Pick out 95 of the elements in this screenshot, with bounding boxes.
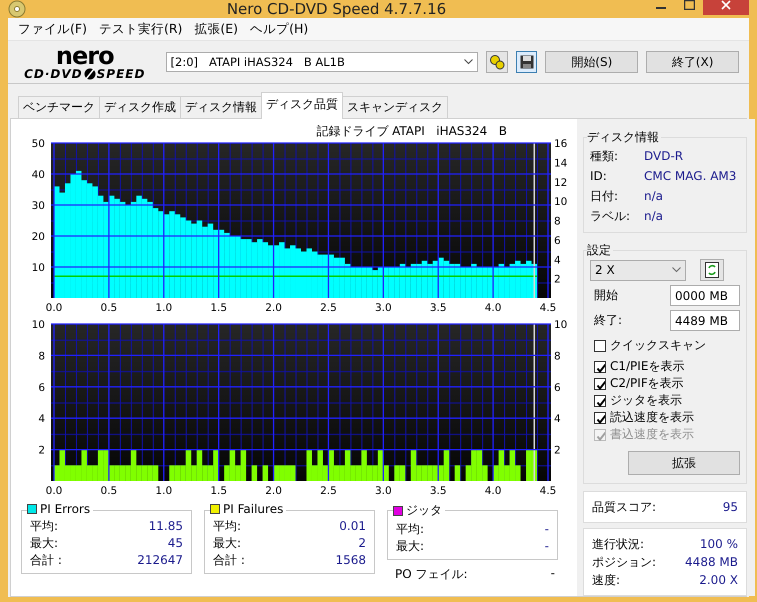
axis-label: 4.0 xyxy=(484,302,502,314)
stat-value: 1568 xyxy=(335,552,366,569)
info-label: 種類: xyxy=(590,148,620,165)
info-label: ラベル: xyxy=(590,208,632,225)
stat-label: 最大: xyxy=(213,535,242,552)
axis-label: 4 xyxy=(554,254,561,266)
checkbox-label: C1/PIEを表示 xyxy=(610,358,684,375)
info-value: CMC MAG. AM3 xyxy=(644,168,736,185)
info-value: DVD-R xyxy=(644,148,684,165)
stat-value: 2.00 X xyxy=(699,572,738,589)
axis-label: 0.0 xyxy=(46,302,62,314)
logo-text: CD·DVD xyxy=(24,68,83,80)
axis-label: 10 xyxy=(554,319,568,331)
stat-value: 100 % xyxy=(700,536,738,553)
chart-title: 記録ドライブ ATAPI iHAS324 B xyxy=(316,124,507,138)
group-title: 設定 xyxy=(587,242,613,259)
axis-label: 1.5 xyxy=(210,302,228,314)
group-title: ジッタ xyxy=(406,502,442,519)
stat-value: - xyxy=(544,538,549,555)
axis-label: 6 xyxy=(38,382,45,394)
axis-label: 50 xyxy=(32,138,45,150)
stat-label: 速度: xyxy=(592,572,620,589)
axis-label: 6 xyxy=(554,234,561,247)
stat-label: 品質スコア: xyxy=(592,499,656,516)
axis-label: 2.0 xyxy=(265,302,282,314)
axis-label: 40 xyxy=(32,169,45,181)
stat-value: 11.85 xyxy=(148,518,183,535)
axis-label: 8 xyxy=(38,350,45,362)
axis-label: 1.5 xyxy=(210,485,228,496)
axis-label: 10 xyxy=(32,262,45,274)
axis-label: 2.5 xyxy=(320,485,337,496)
axis-label: 1.0 xyxy=(155,485,172,496)
stat-value: 45 xyxy=(168,535,183,552)
stat-value: - xyxy=(544,521,549,538)
axis-label: 0.5 xyxy=(100,302,118,314)
axis-label: 3.0 xyxy=(374,302,392,314)
axis-label: 2.0 xyxy=(265,485,282,496)
stat-value: 2 xyxy=(358,535,366,552)
axis-label: 4 xyxy=(554,413,561,426)
checkbox-label: C2/PIFを表示 xyxy=(610,375,684,392)
axis-label: 30 xyxy=(32,200,45,212)
info-label: 日付: xyxy=(590,188,620,205)
stat-value: 212647 xyxy=(137,552,183,569)
axis-label: 2 xyxy=(38,444,45,457)
window-title: Nero CD-DVD Speed 4.7.7.16 xyxy=(226,0,448,18)
axis-label: 2 xyxy=(554,274,561,286)
logo-wordmark: nero xyxy=(56,44,114,68)
axis-label: 3.5 xyxy=(430,485,447,496)
stat-label: 合計 : xyxy=(213,552,245,569)
axis-label: 3.5 xyxy=(430,302,447,314)
group-title: ディスク情報 xyxy=(587,129,661,146)
stat-value: 95 xyxy=(722,499,738,516)
stat-label: 合計 : xyxy=(30,552,62,569)
stat-label: 最大: xyxy=(396,538,424,555)
info-label: ID: xyxy=(590,168,608,185)
group-title: PI Errors xyxy=(40,502,90,516)
stat-label: 平均: xyxy=(30,518,58,535)
stat-label: 最大: xyxy=(30,535,58,552)
field-label: 終了: xyxy=(594,312,622,329)
axis-label: 2.5 xyxy=(320,302,337,314)
info-value: n/a xyxy=(644,208,664,225)
checkbox-label: 読込速度を表示 xyxy=(610,409,694,426)
axis-label: 14 xyxy=(554,157,568,170)
axis-label: 16 xyxy=(554,138,568,150)
checkbox-label: ジッタを表示 xyxy=(610,392,682,409)
stat-value: 0.01 xyxy=(339,518,366,535)
field-label: 開始 xyxy=(594,287,618,304)
axis-label: 4.5 xyxy=(540,485,556,496)
info-value: n/a xyxy=(644,188,664,205)
stat-value: 4488 MB xyxy=(685,554,738,571)
logo-text: SPEED xyxy=(96,68,146,80)
axis-label: 0.0 xyxy=(46,485,62,496)
stat-label: ポジション: xyxy=(592,554,656,571)
axis-label: 20 xyxy=(32,231,45,243)
axis-label: 4.0 xyxy=(484,485,502,496)
axis-label: 12 xyxy=(554,176,568,189)
stat-label: PO フェイル: xyxy=(395,566,468,583)
axis-label: 1.0 xyxy=(155,302,172,314)
axis-label: 0.5 xyxy=(100,485,118,496)
axis-label: 2 xyxy=(554,444,561,457)
axis-label: 4.5 xyxy=(540,302,556,314)
axis-label: 10 xyxy=(32,319,45,331)
stat-label: 平均: xyxy=(396,521,424,538)
axis-label: 3.0 xyxy=(374,485,392,496)
axis-label: 8 xyxy=(554,216,561,228)
axis-label: 6 xyxy=(554,382,561,394)
group-title: PI Failures xyxy=(223,502,284,516)
axis-label: 8 xyxy=(554,350,561,362)
axis-label: 10 xyxy=(554,196,568,208)
axis-label: 4 xyxy=(38,413,45,426)
stat-label: 進行状況: xyxy=(592,536,644,553)
stat-label: 平均: xyxy=(213,518,242,535)
stat-value: - xyxy=(550,566,555,582)
checkbox-label: クイックスキャン xyxy=(610,337,706,354)
checkbox-label: 書込速度を表示 xyxy=(610,426,694,443)
